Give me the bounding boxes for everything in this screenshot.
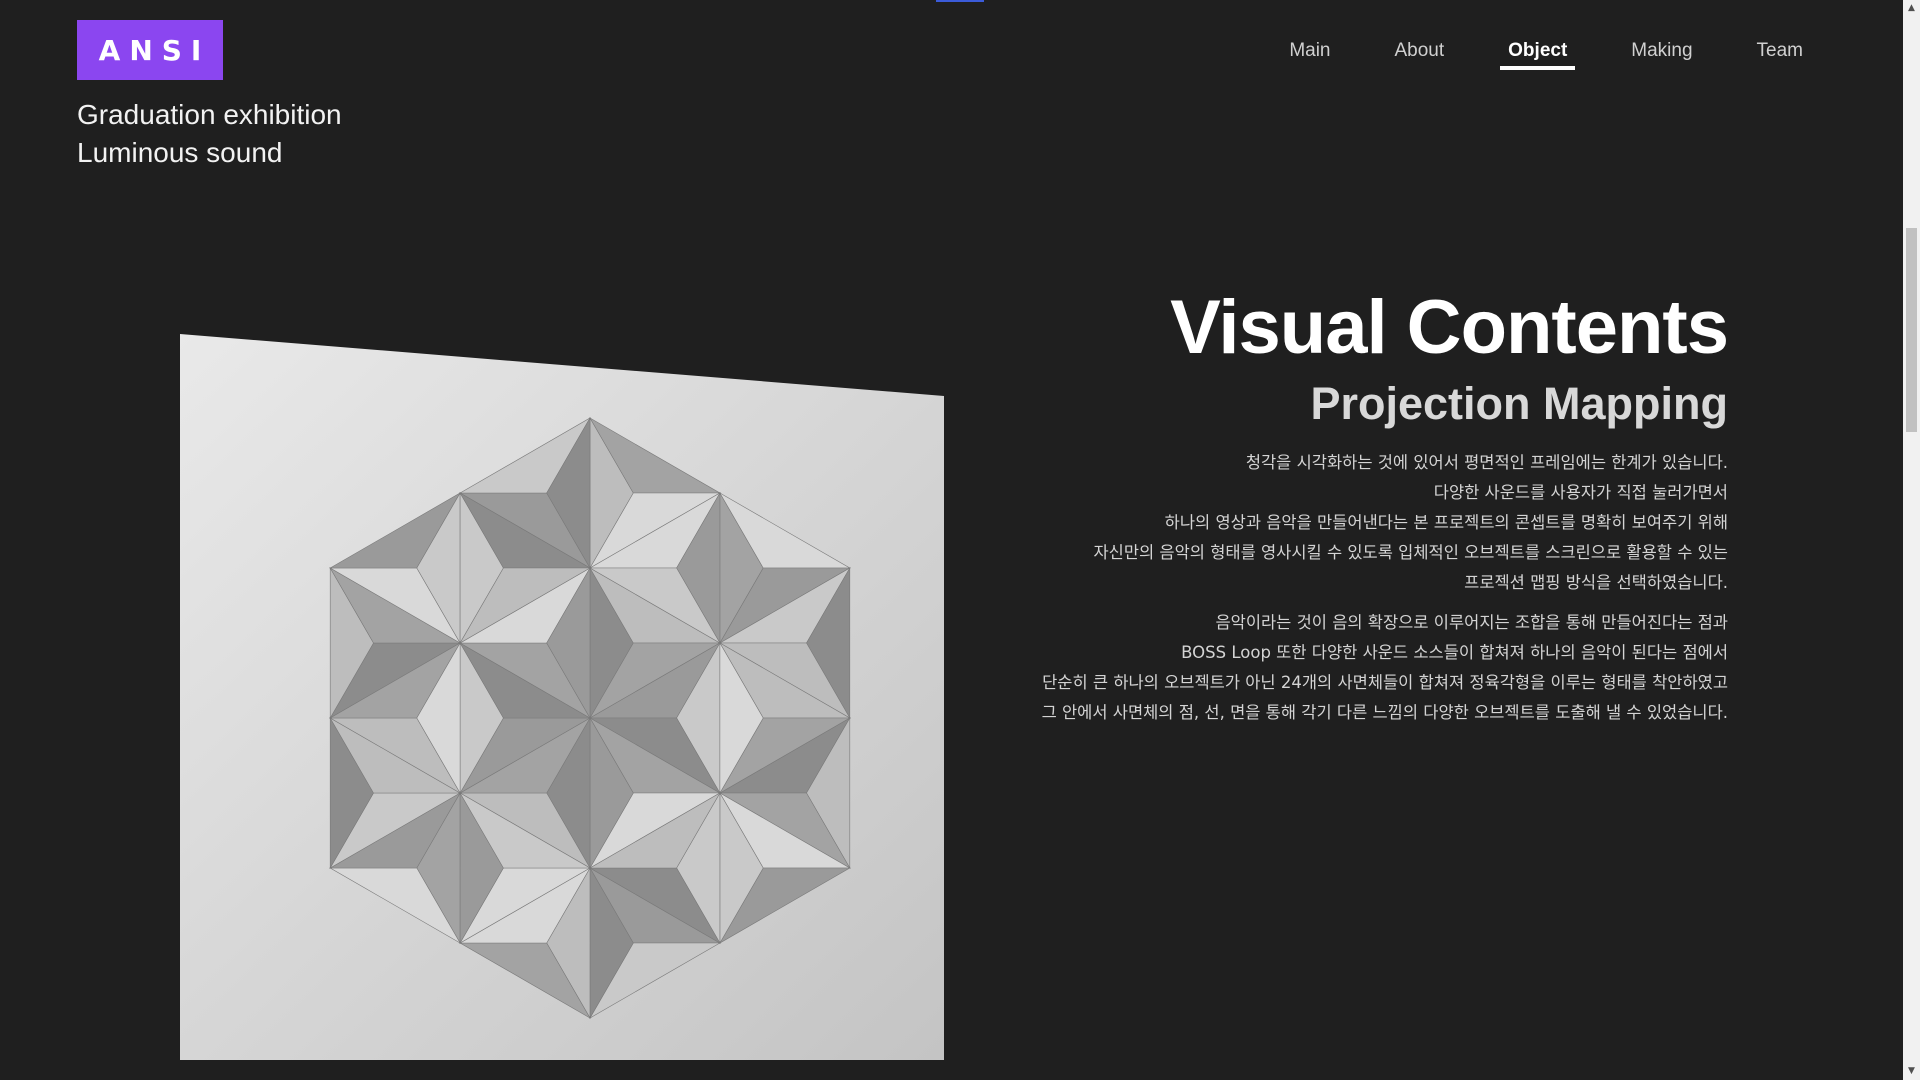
nav-item-about[interactable]: About (1387, 38, 1453, 70)
section-title: Visual Contents (1170, 285, 1729, 370)
description-line: 청각을 시각화하는 것에 있어서 평면적인 프레임에는 한계가 있습니다. (1245, 453, 1728, 472)
description-line: 단순히 큰 하나의 오브젝트가 아닌 24개의 사면체들이 합쳐져 정육각형을 … (1042, 673, 1728, 692)
nav-item-making[interactable]: Making (1623, 38, 1700, 70)
description-line: 음악이라는 것이 음의 확장으로 이루어지는 조합을 통해 만들어진다는 점과 (1215, 613, 1728, 632)
subtitle-line: Luminous sound (77, 137, 283, 168)
page: ANSI Graduation exhibition Luminous soun… (0, 0, 1920, 1080)
vertical-scrollbar[interactable]: ▲ ▼ (1903, 0, 1920, 1080)
main-nav: Main About Object Making Team (1233, 38, 1811, 70)
top-indicator (936, 0, 984, 2)
object-section: Visual Contents Projection Mapping 청각을 시… (828, 285, 1729, 738)
logo[interactable]: ANSI (77, 20, 223, 80)
scroll-thumb[interactable] (1906, 228, 1917, 432)
description-paragraph-2: 음악이라는 것이 음의 확장으로 이루어지는 조합을 통해 만들어진다는 점과 … (828, 608, 1728, 728)
nav-item-main[interactable]: Main (1281, 38, 1338, 70)
description-line: 자신만의 음악의 형태를 영사시킬 수 있도록 입체적인 오브젝트를 스크린으로… (1093, 543, 1728, 562)
description-line: 하나의 영상과 음악을 만들어낸다는 본 프로젝트의 콘셉트를 명확히 보여주기… (1164, 513, 1728, 532)
scroll-down-arrow-icon[interactable]: ▼ (1903, 1063, 1920, 1080)
description-line: BOSS Loop 또한 다양한 사운드 소스들이 합쳐져 하나의 음악이 된다… (1181, 643, 1728, 662)
description-paragraph-1: 청각을 시각화하는 것에 있어서 평면적인 프레임에는 한계가 있습니다. 다양… (828, 448, 1728, 598)
logo-text: ANSI (98, 33, 211, 67)
site-subtitle: Graduation exhibition Luminous sound (77, 96, 342, 172)
subtitle-line: Graduation exhibition (77, 99, 342, 130)
description-line: 그 안에서 사면체의 점, 선, 면을 통해 각기 다른 느낌의 다양한 오브젝… (1041, 703, 1728, 722)
nav-item-object[interactable]: Object (1500, 38, 1576, 70)
description-line: 다양한 사운드를 사용자가 직접 눌러가면서 (1433, 483, 1728, 502)
nav-item-team[interactable]: Team (1749, 38, 1811, 70)
section-subtitle: Projection Mapping (1310, 378, 1728, 429)
scroll-up-arrow-icon[interactable]: ▲ (1903, 0, 1920, 17)
description-line: 프로젝션 맵핑 방식을 선택하였습니다. (1464, 573, 1728, 592)
